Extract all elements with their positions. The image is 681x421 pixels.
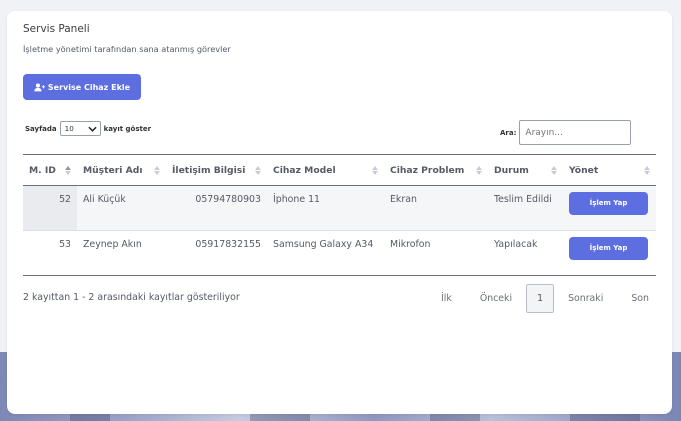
col-model[interactable]: Cihaz Model xyxy=(267,155,384,186)
chevron-down-icon xyxy=(88,126,97,132)
table-info: 2 kayıttan 1 - 2 arasındaki kayıtlar gös… xyxy=(23,292,240,303)
page-current[interactable]: 1 xyxy=(526,284,555,313)
table-row: 53 Zeynep Akın 05917832155 Samsung Galax… xyxy=(23,231,656,276)
cell-model: İphone 11 xyxy=(273,194,321,205)
cell-problem: Ekran xyxy=(390,194,417,205)
cell-contact: 05917832155 xyxy=(195,239,261,250)
sort-icon xyxy=(551,166,557,175)
cell-customer: Zeynep Akın xyxy=(83,239,142,250)
length-select[interactable]: 10 xyxy=(59,121,101,136)
process-button[interactable]: İşlem Yap xyxy=(569,192,648,215)
col-manage[interactable]: Yönet xyxy=(563,155,656,186)
user-plus-icon xyxy=(34,82,45,91)
process-button[interactable]: İşlem Yap xyxy=(569,237,648,260)
cell-action: İşlem Yap xyxy=(563,231,656,276)
cell-problem: Mikrofon xyxy=(390,239,431,250)
cell-contact: 05794780903 xyxy=(195,194,261,205)
cell-status: Teslim Edildi xyxy=(494,194,552,205)
page-prev[interactable]: Önceki xyxy=(466,284,526,313)
add-device-button[interactable]: Servise Cihaz Ekle xyxy=(23,74,141,100)
col-customer[interactable]: Müşteri Adı xyxy=(77,155,166,186)
length-prefix: Sayfada xyxy=(25,124,57,133)
cell-status: Yapılacak xyxy=(494,239,538,250)
sort-icon xyxy=(154,166,160,175)
length-control: Sayfada 10 kayıt göster xyxy=(25,121,151,136)
page-last[interactable]: Son xyxy=(617,284,663,313)
cell-model: Samsung Galaxy A34 xyxy=(273,239,374,250)
sort-icon xyxy=(644,166,650,175)
page-title: Servis Paneli xyxy=(23,23,90,35)
sort-icon xyxy=(476,166,482,175)
cell-id: 53 xyxy=(59,239,71,250)
pagination: İlk Önceki 1 Sonraki Son xyxy=(427,284,663,313)
search-control: Ara: xyxy=(500,120,632,145)
service-panel-card: Servis Paneli İşletme yönetimi tarafında… xyxy=(7,11,672,414)
page-next[interactable]: Sonraki xyxy=(554,284,617,313)
col-status[interactable]: Durum xyxy=(488,155,563,186)
add-device-label: Servise Cihaz Ekle xyxy=(47,82,131,92)
search-label: Ara: xyxy=(500,128,517,137)
col-problem[interactable]: Cihaz Problem xyxy=(384,155,488,186)
cell-customer: Ali Küçük xyxy=(83,194,126,205)
sort-icon xyxy=(372,166,378,175)
service-table: M. ID Müşteri Adı İletişim Bilgisi Cihaz… xyxy=(23,154,656,276)
col-contact[interactable]: İletişim Bilgisi xyxy=(166,155,267,186)
cell-action: İşlem Yap xyxy=(563,186,656,231)
length-suffix: kayıt göster xyxy=(103,124,152,133)
table-row: 52 Ali Küçük 05794780903 İphone 11 Ekran… xyxy=(23,185,656,231)
table-header-row: M. ID Müşteri Adı İletişim Bilgisi Cihaz… xyxy=(23,154,656,186)
length-value: 10 xyxy=(64,124,74,133)
page-subtitle: İşletme yönetimi tarafından sana atanmış… xyxy=(23,44,231,54)
sort-icon xyxy=(255,166,261,175)
col-id[interactable]: M. ID xyxy=(23,155,77,186)
page-first[interactable]: İlk xyxy=(427,284,466,313)
cell-id: 52 xyxy=(23,185,77,231)
sort-icon xyxy=(65,166,71,175)
search-input[interactable] xyxy=(519,120,632,145)
